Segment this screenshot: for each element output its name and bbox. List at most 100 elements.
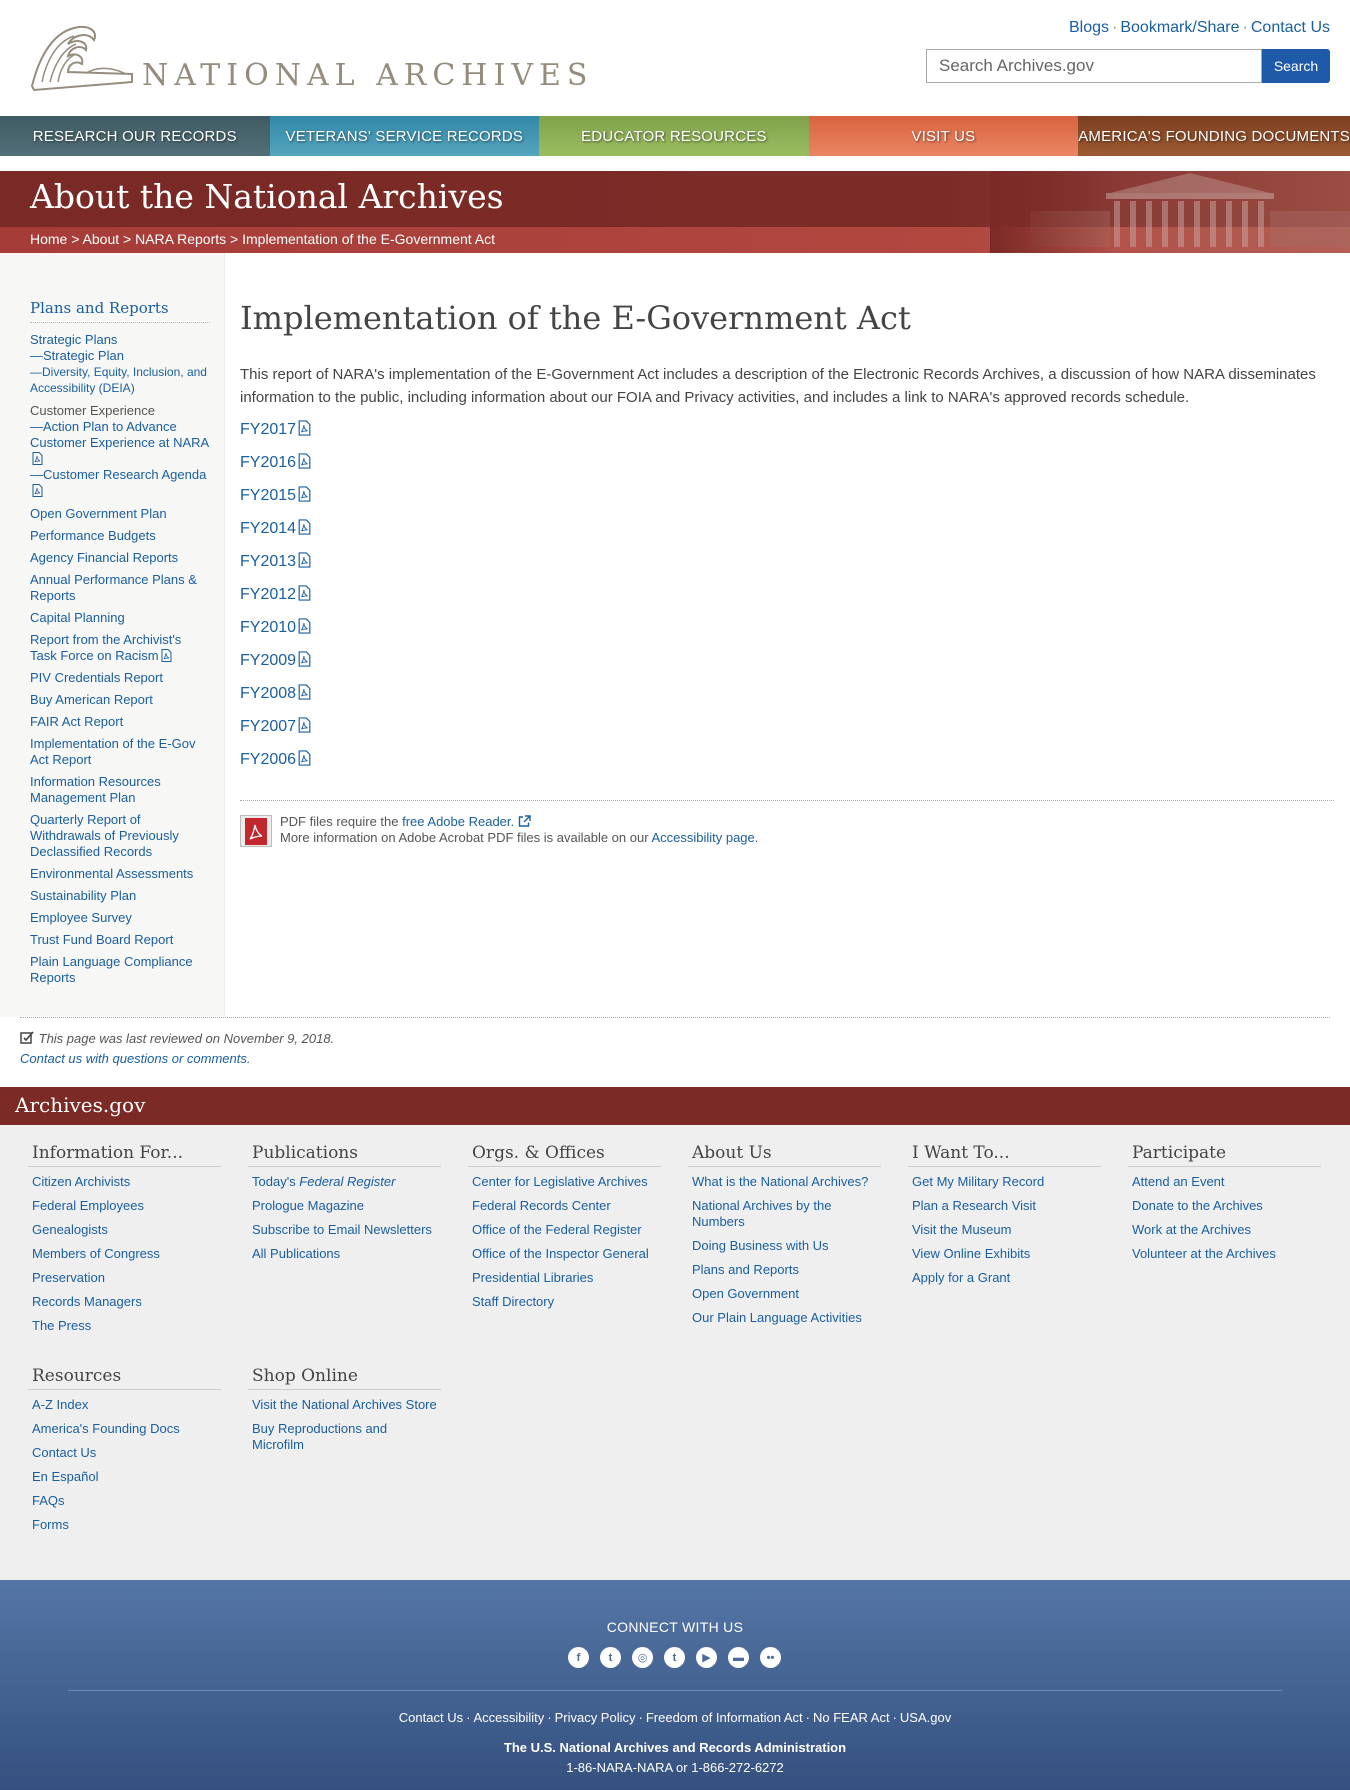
footer-link[interactable]: America's Founding Docs xyxy=(28,1421,221,1437)
bottom-link-no-fear-act[interactable]: No FEAR Act xyxy=(813,1710,890,1725)
sidebar-item-environmental-assessments[interactable]: Environmental Assessments xyxy=(30,866,210,882)
sidebar-item-sustainability-plan[interactable]: Sustainability Plan xyxy=(30,888,210,904)
nav-educator-resources[interactable]: EDUCATOR RESOURCES xyxy=(539,116,809,156)
footer-link[interactable]: View Online Exhibits xyxy=(908,1246,1101,1262)
footer-link[interactable]: National Archives by the Numbers xyxy=(688,1198,881,1230)
sidebar-item-performance-budgets[interactable]: Performance Budgets xyxy=(30,528,210,544)
footer-link[interactable]: Plan a Research Visit xyxy=(908,1198,1101,1214)
footer-link[interactable]: Center for Legislative Archives xyxy=(468,1174,661,1190)
footer-link[interactable]: Forms xyxy=(28,1517,221,1533)
sidebar-item-plain-language[interactable]: Plain Language Compliance Reports xyxy=(30,954,210,986)
footer-link[interactable]: Staff Directory xyxy=(468,1294,661,1310)
footer-link[interactable]: Volunteer at the Archives xyxy=(1128,1246,1321,1262)
footer-link[interactable]: Records Managers xyxy=(28,1294,221,1310)
blog-icon[interactable]: ▬ xyxy=(728,1647,749,1668)
flickr-icon[interactable]: •• xyxy=(760,1647,781,1668)
nav-research-our-records[interactable]: RESEARCH OUR RECORDS xyxy=(0,116,270,156)
footer-link[interactable]: FAQs xyxy=(28,1493,221,1509)
sidebar-item-quarterly-withdrawals[interactable]: Quarterly Report of Withdrawals of Previ… xyxy=(30,812,210,860)
footer-link[interactable]: Preservation xyxy=(28,1270,221,1286)
adobe-reader-link[interactable]: free Adobe Reader. xyxy=(402,814,514,829)
footer-link[interactable]: Buy Reproductions and Microfilm xyxy=(248,1421,441,1453)
footer-link[interactable]: Citizen Archivists xyxy=(28,1174,221,1190)
breadcrumb-home[interactable]: Home xyxy=(30,231,67,247)
sidebar-item-action-plan[interactable]: —Action Plan to Advance Customer Experie… xyxy=(30,419,210,467)
instagram-icon[interactable]: ◎ xyxy=(632,1647,653,1668)
report-link-fy2009[interactable]: FY2009 xyxy=(240,650,1334,683)
footer-link[interactable]: Members of Congress xyxy=(28,1246,221,1262)
footer-link[interactable]: Work at the Archives xyxy=(1128,1222,1321,1238)
search-button[interactable]: Search xyxy=(1262,49,1330,83)
report-link-fy2007[interactable]: FY2007 xyxy=(240,716,1334,749)
footer-link[interactable]: Subscribe to Email Newsletters xyxy=(248,1222,441,1238)
footer-link[interactable]: Doing Business with Us xyxy=(688,1238,881,1254)
footer-link[interactable]: What is the National Archives? xyxy=(688,1174,881,1190)
report-link-fy2014[interactable]: FY2014 xyxy=(240,518,1334,551)
report-link-fy2013[interactable]: FY2013 xyxy=(240,551,1334,584)
breadcrumb-nara-reports[interactable]: NARA Reports xyxy=(135,231,226,247)
nav-veterans-service-records[interactable]: VETERANS' SERVICE RECORDS xyxy=(269,116,540,156)
bottom-link-foia[interactable]: Freedom of Information Act xyxy=(646,1710,803,1725)
footer-link[interactable]: Apply for a Grant xyxy=(908,1270,1101,1286)
sidebar-item-irm-plan[interactable]: Information Resources Management Plan xyxy=(30,774,210,806)
report-link-fy2015[interactable]: FY2015 xyxy=(240,485,1334,518)
bottom-link-contact-us[interactable]: Contact Us xyxy=(399,1710,463,1725)
bookmark-share-link[interactable]: Bookmark/Share xyxy=(1120,19,1239,36)
footer-link[interactable]: Office of the Federal Register xyxy=(468,1222,661,1238)
footer-link[interactable]: En Español xyxy=(28,1469,221,1485)
footer-link[interactable]: Attend an Event xyxy=(1128,1174,1321,1190)
footer-link[interactable]: Federal Employees xyxy=(28,1198,221,1214)
footer-site-name[interactable]: Archives.gov xyxy=(15,1093,145,1117)
report-link-fy2006[interactable]: FY2006 xyxy=(240,749,1334,782)
sidebar-item-fair-act[interactable]: FAIR Act Report xyxy=(30,714,210,730)
sidebar-item-trust-fund-board[interactable]: Trust Fund Board Report xyxy=(30,932,210,948)
footer-link[interactable]: Visit the Museum xyxy=(908,1222,1101,1238)
footer-link[interactable]: Donate to the Archives xyxy=(1128,1198,1321,1214)
youtube-icon[interactable]: ▶ xyxy=(696,1647,717,1668)
twitter-icon[interactable]: t xyxy=(600,1647,621,1668)
sidebar-item-deia[interactable]: —Diversity, Equity, Inclusion, and Acces… xyxy=(30,364,210,396)
sidebar-item-open-government-plan[interactable]: Open Government Plan xyxy=(30,506,210,522)
sidebar-item-strategic-plans[interactable]: Strategic Plans xyxy=(30,332,210,348)
search-input[interactable] xyxy=(926,49,1262,83)
sidebar-title[interactable]: Plans and Reports xyxy=(30,299,210,323)
footer-link[interactable]: Our Plain Language Activities xyxy=(688,1310,881,1326)
sidebar-item-buy-american[interactable]: Buy American Report xyxy=(30,692,210,708)
national-archives-logo[interactable]: NATIONAL ARCHIVES xyxy=(28,22,587,94)
accessibility-page-link[interactable]: Accessibility page xyxy=(651,830,754,845)
breadcrumb-about[interactable]: About xyxy=(83,231,120,247)
sidebar-item-task-force-report[interactable]: Report from the Archivist's Task Force o… xyxy=(30,632,210,664)
report-link-fy2010[interactable]: FY2010 xyxy=(240,617,1334,650)
bottom-link-privacy-policy[interactable]: Privacy Policy xyxy=(555,1710,636,1725)
footer-link[interactable]: Get My Military Record xyxy=(908,1174,1101,1190)
footer-link[interactable]: Federal Records Center xyxy=(468,1198,661,1214)
footer-link[interactable]: A-Z Index xyxy=(28,1397,221,1413)
bottom-link-accessibility[interactable]: Accessibility xyxy=(473,1710,544,1725)
bottom-link-usa-gov[interactable]: USA.gov xyxy=(900,1710,951,1725)
report-link-fy2008[interactable]: FY2008 xyxy=(240,683,1334,716)
footer-link[interactable]: Office of the Inspector General xyxy=(468,1246,661,1262)
sidebar-item-agency-financial-reports[interactable]: Agency Financial Reports xyxy=(30,550,210,566)
sidebar-item-egov-act-report[interactable]: Implementation of the E-Gov Act Report xyxy=(30,736,210,768)
report-link-fy2012[interactable]: FY2012 xyxy=(240,584,1334,617)
nav-visit-us[interactable]: VISIT US xyxy=(808,116,1079,156)
footer-link[interactable]: The Press xyxy=(28,1318,221,1334)
footer-link[interactable]: Open Government xyxy=(688,1286,881,1302)
contact-us-questions-link[interactable]: Contact us with questions or comments. xyxy=(20,1051,251,1066)
footer-link[interactable]: Prologue Magazine xyxy=(248,1198,441,1214)
footer-link[interactable]: Visit the National Archives Store xyxy=(248,1397,441,1413)
tumblr-icon[interactable]: t xyxy=(664,1647,685,1668)
footer-link[interactable]: Genealogists xyxy=(28,1222,221,1238)
sidebar-item-capital-planning[interactable]: Capital Planning xyxy=(30,610,210,626)
contact-us-link[interactable]: Contact Us xyxy=(1251,19,1330,36)
footer-link[interactable]: Plans and Reports xyxy=(688,1262,881,1278)
sidebar-item-annual-performance-plans[interactable]: Annual Performance Plans & Reports xyxy=(30,572,210,604)
footer-link[interactable]: All Publications xyxy=(248,1246,441,1262)
sidebar-item-research-agenda[interactable]: —Customer Research Agenda xyxy=(30,467,210,499)
nav-founding-documents[interactable]: AMERICA'S FOUNDING DOCUMENTS xyxy=(1078,116,1350,156)
report-link-fy2016[interactable]: FY2016 xyxy=(240,452,1334,485)
footer-link-federal-register[interactable]: Today's Federal Register xyxy=(248,1174,441,1190)
sidebar-item-employee-survey[interactable]: Employee Survey xyxy=(30,910,210,926)
facebook-icon[interactable]: f xyxy=(568,1647,589,1668)
report-link-fy2017[interactable]: FY2017 xyxy=(240,419,1334,452)
